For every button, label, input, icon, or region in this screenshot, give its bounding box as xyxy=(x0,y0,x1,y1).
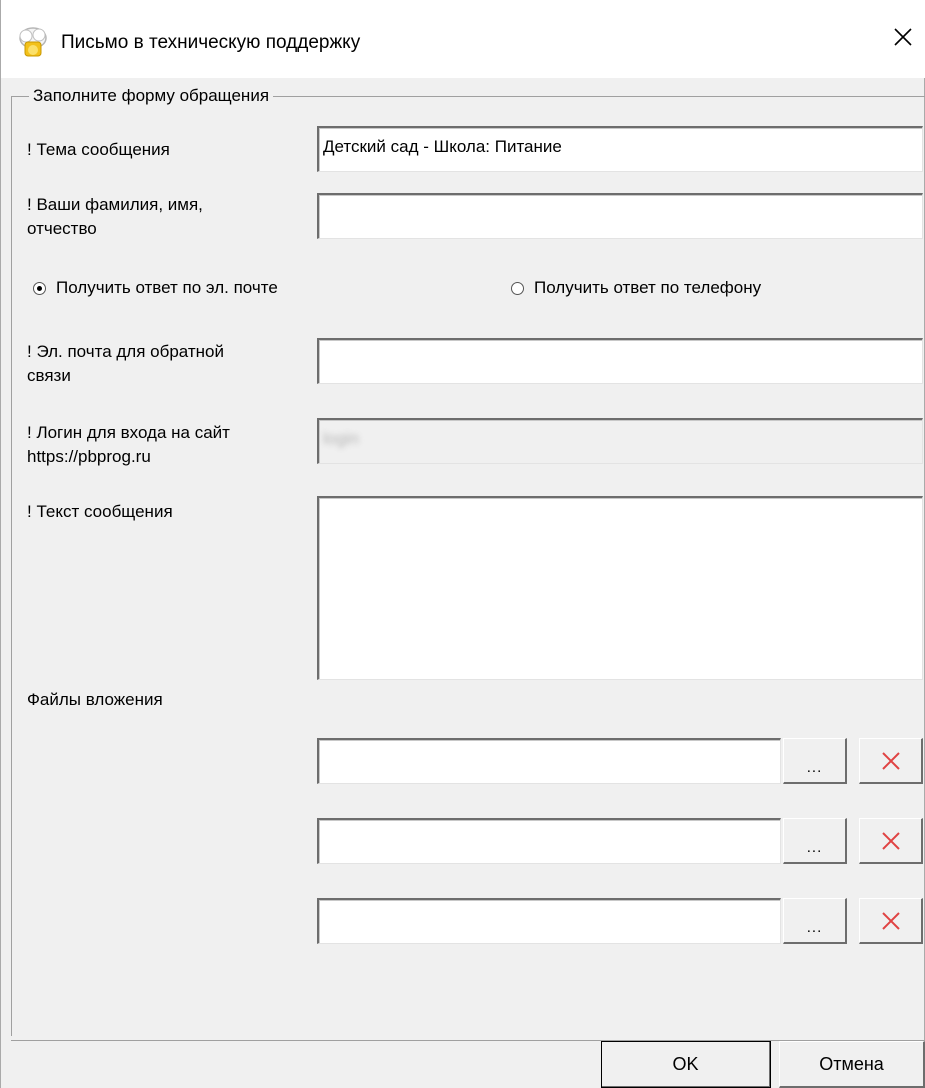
attachments-label: Файлы вложения xyxy=(27,690,163,709)
email-label: ! Эл. почта для обратной связи xyxy=(27,340,224,388)
attachment-field-3[interactable] xyxy=(317,898,781,944)
delete-icon xyxy=(881,831,900,850)
radio-email-label: Получить ответ по эл. почте xyxy=(56,278,278,297)
group-border-left xyxy=(11,96,12,1036)
radio-selected-dot xyxy=(37,285,42,291)
browse-label-3: ... xyxy=(806,919,823,936)
attachment-browse-button-1[interactable]: ... xyxy=(783,738,847,784)
window-title: Письмо в техническую поддержку xyxy=(61,32,361,53)
email-field[interactable] xyxy=(317,338,923,384)
close-icon xyxy=(894,28,912,46)
message-textarea[interactable] xyxy=(317,496,923,680)
attachment-field-2[interactable] xyxy=(317,818,781,864)
radio-phone[interactable]: Получить ответ по телефону xyxy=(511,278,761,298)
attachment-delete-button-2[interactable] xyxy=(859,818,923,864)
login-value: login xyxy=(323,429,359,448)
email-label-line2: связи xyxy=(27,366,71,385)
login-label-line1: ! Логин для входа на сайт xyxy=(27,423,230,442)
subject-field[interactable]: Детский сад - Школа: Питание xyxy=(317,126,923,172)
attachment-browse-button-3[interactable]: ... xyxy=(783,898,847,944)
delete-icon xyxy=(881,751,900,770)
message-label: ! Текст сообщения xyxy=(27,502,173,521)
attachment-browse-button-2[interactable]: ... xyxy=(783,818,847,864)
name-label-line2: отчество xyxy=(27,219,97,238)
attachment-delete-button-1[interactable] xyxy=(859,738,923,784)
radio-phone-circle[interactable] xyxy=(511,281,524,295)
email-label-line1: ! Эл. почта для обратной xyxy=(27,342,225,361)
name-label-line1: ! Ваши фамилия, имя, xyxy=(27,195,203,214)
browse-label-2: ... xyxy=(806,839,823,856)
cancel-button[interactable]: Отмена xyxy=(779,1041,925,1088)
close-button[interactable] xyxy=(880,14,925,60)
delete-icon xyxy=(881,911,900,930)
attachment-field-1[interactable] xyxy=(317,738,781,784)
login-label-line2: https://pbprog.ru xyxy=(27,447,151,466)
app-icon xyxy=(19,27,47,57)
ok-button[interactable]: OK xyxy=(601,1041,771,1088)
title-bar: Письмо в техническую поддержку xyxy=(1,0,925,78)
radio-email-circle[interactable] xyxy=(33,281,46,295)
support-dialog: Письмо в техническую поддержку Заполните… xyxy=(0,0,925,1088)
name-field[interactable] xyxy=(317,193,923,239)
attachment-delete-button-3[interactable] xyxy=(859,898,923,944)
login-field: login xyxy=(317,418,923,464)
radio-email[interactable]: Получить ответ по эл. почте xyxy=(33,278,278,298)
login-label: ! Логин для входа на сайт https://pbprog… xyxy=(27,421,230,469)
subject-label: ! Тема сообщения xyxy=(27,140,170,159)
browse-label-1: ... xyxy=(806,759,823,776)
radio-phone-label: Получить ответ по телефону xyxy=(534,278,762,297)
group-title: Заполните форму обращения xyxy=(29,86,274,106)
name-label: ! Ваши фамилия, имя, отчество xyxy=(27,193,203,241)
